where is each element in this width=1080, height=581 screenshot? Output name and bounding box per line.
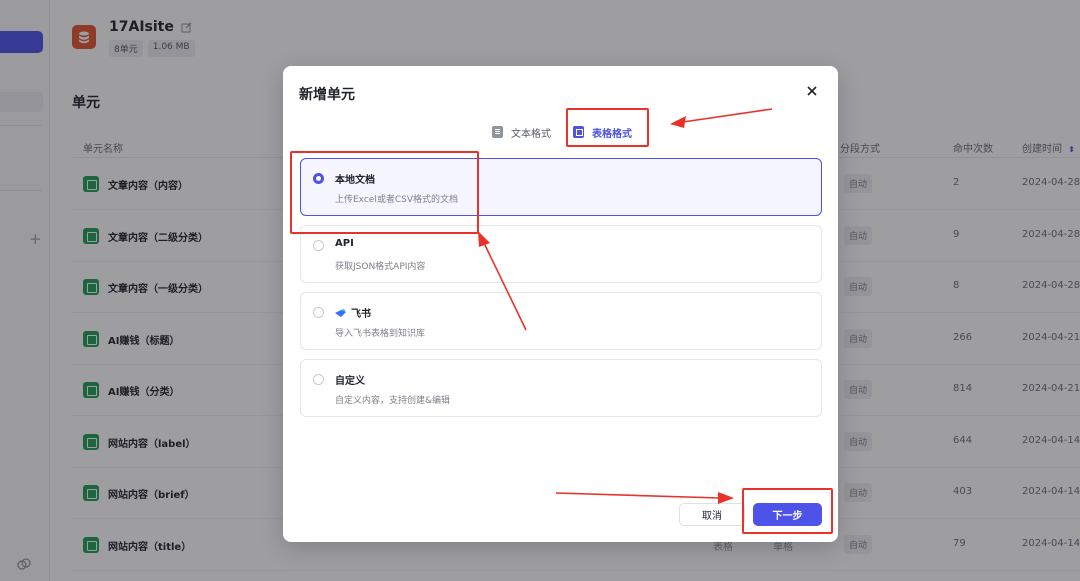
radio-api[interactable] bbox=[313, 240, 324, 251]
radio-custom[interactable] bbox=[313, 374, 324, 385]
option-description: 上传Excel或者CSV格式的文档 bbox=[335, 195, 458, 205]
option-feishu[interactable]: 飞书 导入飞书表格到知识库 bbox=[300, 292, 822, 350]
close-button[interactable] bbox=[803, 82, 821, 100]
tab-text-format-label: 文本格式 bbox=[511, 128, 551, 140]
tab-table-format-label: 表格格式 bbox=[592, 128, 632, 140]
radio-feishu[interactable] bbox=[313, 307, 324, 318]
cancel-button[interactable]: 取消 bbox=[679, 503, 745, 526]
option-local-document[interactable]: 本地文档 上传Excel或者CSV格式的文档 bbox=[300, 158, 822, 216]
tab-text-format[interactable]: 文本格式 bbox=[492, 122, 551, 142]
dialog-title: 新增单元 bbox=[299, 87, 355, 103]
option-description: 获取JSON格式API内容 bbox=[335, 262, 426, 272]
table-icon bbox=[573, 126, 584, 138]
radio-local-document[interactable] bbox=[313, 173, 324, 184]
close-icon bbox=[807, 86, 817, 96]
option-title: API bbox=[335, 238, 354, 249]
option-title-row: 飞书 bbox=[335, 305, 371, 320]
option-api[interactable]: API 获取JSON格式API内容 bbox=[300, 225, 822, 283]
option-title: 飞书 bbox=[351, 309, 371, 320]
option-description: 自定义内容，支持创建&编辑 bbox=[335, 396, 451, 406]
new-unit-dialog: 新增单元 文本格式 表格格式 本地文档 上传Excel或者CSV格式的文档 AP… bbox=[283, 66, 838, 542]
document-icon bbox=[492, 126, 503, 138]
feishu-icon bbox=[335, 309, 346, 317]
option-title: 自定义 bbox=[335, 376, 365, 387]
option-custom[interactable]: 自定义 自定义内容，支持创建&编辑 bbox=[300, 359, 822, 417]
next-step-button[interactable]: 下一步 bbox=[753, 503, 822, 526]
option-title: 本地文档 bbox=[335, 175, 375, 186]
tab-table-format[interactable]: 表格格式 bbox=[573, 122, 632, 142]
option-description: 导入飞书表格到知识库 bbox=[335, 329, 426, 339]
